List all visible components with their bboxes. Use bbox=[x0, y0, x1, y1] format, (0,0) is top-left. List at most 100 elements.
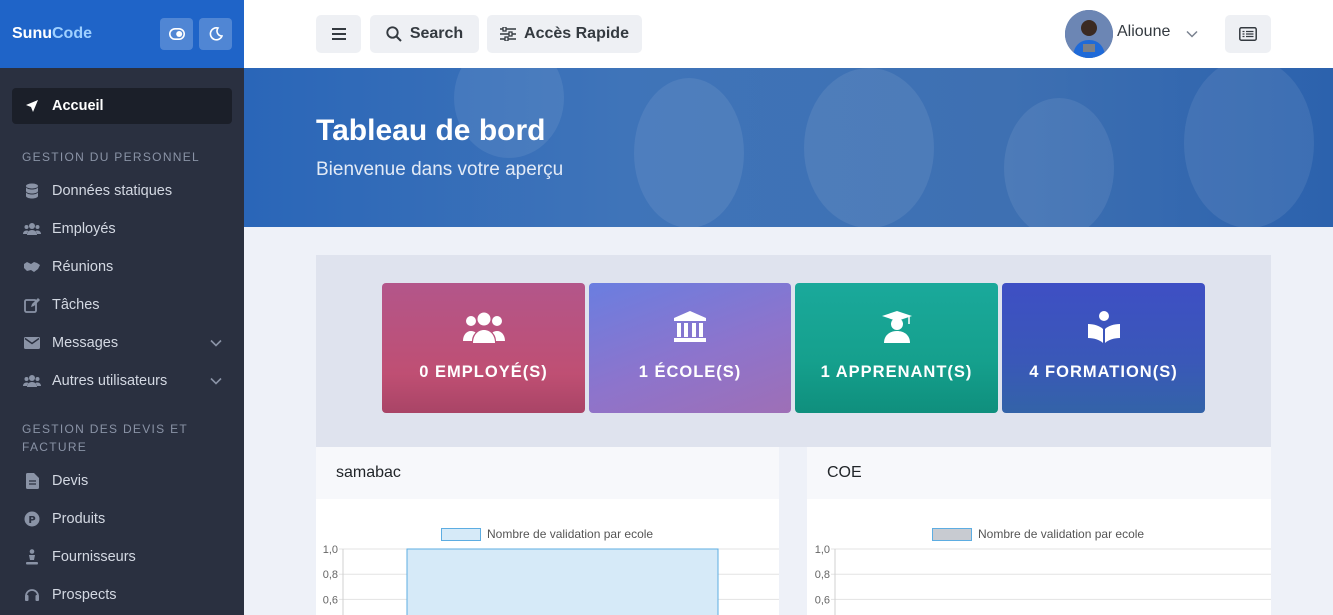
chart-plot-area: 1,0 0,8 0,6 bbox=[815, 544, 1271, 615]
toggle-icon bbox=[168, 28, 185, 40]
hamburger-icon bbox=[331, 28, 346, 40]
chart-bar[interactable] bbox=[406, 548, 719, 615]
chart-title: COE bbox=[807, 447, 1271, 499]
user-name[interactable]: Alioune bbox=[1117, 23, 1170, 41]
person-dolly-icon bbox=[22, 547, 42, 567]
hero-photo-figure bbox=[634, 78, 744, 227]
y-tick-label: 1,0 bbox=[323, 544, 338, 556]
stat-card-apprenants[interactable]: 1 APPRENANT(S) bbox=[795, 283, 998, 413]
sidebar-item-label: Tâches bbox=[52, 297, 100, 313]
users-icon bbox=[22, 371, 42, 391]
users-icon bbox=[22, 219, 42, 239]
sidebar-item-label: Fournisseurs bbox=[52, 549, 136, 565]
quick-access-label: Accès Rapide bbox=[524, 25, 629, 42]
chart-legend[interactable]: Nombre de validation par ecole bbox=[932, 527, 1144, 541]
hero-photo-figure bbox=[1184, 68, 1314, 227]
sidebar-item-label: Prospects bbox=[52, 587, 117, 603]
legend-swatch bbox=[932, 527, 972, 541]
stat-label: 4 FORMATION(S) bbox=[1029, 363, 1178, 381]
list-icon bbox=[1239, 27, 1257, 41]
book-reader-icon bbox=[1087, 309, 1121, 345]
envelope-icon bbox=[22, 333, 42, 353]
stat-label: 1 ÉCOLE(S) bbox=[638, 363, 742, 381]
legend-label: Nombre de validation par ecole bbox=[978, 527, 1145, 541]
page-subtitle: Bienvenue dans votre aperçu bbox=[316, 159, 564, 180]
database-icon bbox=[22, 181, 42, 201]
hero-photo-figure bbox=[1004, 98, 1114, 227]
sidebar-item-prospects[interactable]: Prospects bbox=[12, 576, 232, 614]
edit-icon bbox=[22, 295, 42, 315]
users-group-icon bbox=[462, 309, 505, 345]
sidebar-item-donnees-statiques[interactable]: Données statiques bbox=[12, 172, 232, 210]
stat-card-ecoles[interactable]: 1 ÉCOLE(S) bbox=[589, 283, 791, 413]
sidebar-item-messages[interactable]: Messages bbox=[12, 324, 232, 362]
menu-button[interactable] bbox=[316, 15, 361, 53]
logo[interactable]: SunuCode bbox=[12, 25, 92, 43]
sidebar-item-label: Produits bbox=[52, 511, 106, 527]
quick-access-button[interactable]: Accès Rapide bbox=[487, 15, 642, 53]
sidebar-item-fournisseurs[interactable]: Fournisseurs bbox=[12, 538, 232, 576]
school-building-icon bbox=[673, 309, 707, 345]
sidebar-item-label: Données statiques bbox=[52, 183, 173, 199]
sidebar-item-employes[interactable]: Employés bbox=[12, 210, 232, 248]
sidebar-item-accueil[interactable]: Accueil bbox=[12, 88, 232, 124]
product-icon: P bbox=[22, 509, 42, 529]
sidebar-item-label: Employés bbox=[52, 221, 116, 237]
svg-text:P: P bbox=[28, 515, 35, 526]
toggle-sidebar-button[interactable] bbox=[160, 18, 193, 50]
headset-icon bbox=[22, 585, 42, 605]
user-photo-icon bbox=[1065, 10, 1113, 58]
chart-card-coe: COE Nombre de validation par ecole 1,0 0,… bbox=[807, 447, 1271, 615]
avatar[interactable] bbox=[1065, 10, 1113, 58]
right-panel-button[interactable] bbox=[1225, 15, 1271, 53]
stats-panel: 0 EMPLOYÉ(S) 1 ÉCOLE(S) 1 APPRENANT(S) 4… bbox=[316, 255, 1271, 447]
graduate-icon bbox=[881, 309, 912, 345]
y-tick-label: 1,0 bbox=[815, 544, 830, 556]
y-tick-label: 0,8 bbox=[815, 569, 830, 581]
moon-icon bbox=[209, 27, 223, 41]
sidebar-item-produits[interactable]: P Produits bbox=[12, 500, 232, 538]
sidebar-item-autres-utilisateurs[interactable]: Autres utilisateurs bbox=[12, 362, 232, 400]
top-header: Search Accès Rapide Alioune bbox=[244, 0, 1333, 68]
sidebar-item-label: Accueil bbox=[52, 98, 104, 114]
chart-title: samabac bbox=[316, 447, 779, 499]
hero-banner: Tableau de bord Bienvenue dans votre ape… bbox=[244, 68, 1333, 227]
sliders-icon bbox=[500, 27, 517, 41]
search-button[interactable]: Search bbox=[370, 15, 479, 53]
y-tick-label: 0,6 bbox=[323, 594, 338, 606]
brand-bar: SunuCode bbox=[0, 0, 244, 68]
logo-part1: Sunu bbox=[12, 25, 52, 42]
sidebar-item-label: Devis bbox=[52, 473, 89, 489]
sidebar-item-label: Messages bbox=[52, 335, 119, 351]
chevron-down-icon bbox=[210, 373, 222, 389]
sidebar-item-label: Réunions bbox=[52, 259, 114, 275]
sidebar-item-label: Autres utilisateurs bbox=[52, 373, 168, 389]
y-tick-label: 0,8 bbox=[323, 569, 338, 581]
chart-card-samabac: samabac Nombre de validation par ecole 1… bbox=[316, 447, 779, 615]
dark-mode-button[interactable] bbox=[199, 18, 232, 50]
legend-label: Nombre de validation par ecole bbox=[487, 527, 654, 541]
sidebar-nav: Accueil GESTION DU PERSONNEL Données sta… bbox=[0, 68, 244, 614]
sidebar-item-taches[interactable]: Tâches bbox=[12, 286, 232, 324]
stat-label: 0 EMPLOYÉ(S) bbox=[419, 363, 548, 381]
chevron-down-icon[interactable] bbox=[1186, 25, 1198, 43]
stat-card-formations[interactable]: 4 FORMATION(S) bbox=[1002, 283, 1205, 413]
handshake-icon bbox=[22, 257, 42, 277]
sidebar-item-reunions[interactable]: Réunions bbox=[12, 248, 232, 286]
stat-card-employes[interactable]: 0 EMPLOYÉ(S) bbox=[382, 283, 585, 413]
chevron-down-icon bbox=[210, 335, 222, 351]
page-title: Tableau de bord bbox=[316, 114, 546, 147]
chart-legend[interactable]: Nombre de validation par ecole bbox=[441, 527, 653, 541]
navigation-arrow-icon bbox=[22, 96, 42, 116]
y-tick-label: 0,6 bbox=[815, 594, 830, 606]
sidebar-item-devis[interactable]: Devis bbox=[12, 462, 232, 500]
sidebar: SunuCode Accueil GESTION DU PERSONNEL Do… bbox=[0, 0, 244, 615]
stat-label: 1 APPRENANT(S) bbox=[820, 363, 973, 381]
hero-photo-figure bbox=[804, 68, 934, 227]
chart-plot-area: 1,00,80,60,4 bbox=[323, 544, 779, 615]
logo-part2: Code bbox=[52, 25, 92, 42]
search-icon bbox=[386, 26, 402, 42]
legend-swatch bbox=[441, 527, 481, 541]
file-icon bbox=[22, 471, 42, 491]
search-label: Search bbox=[409, 25, 464, 42]
